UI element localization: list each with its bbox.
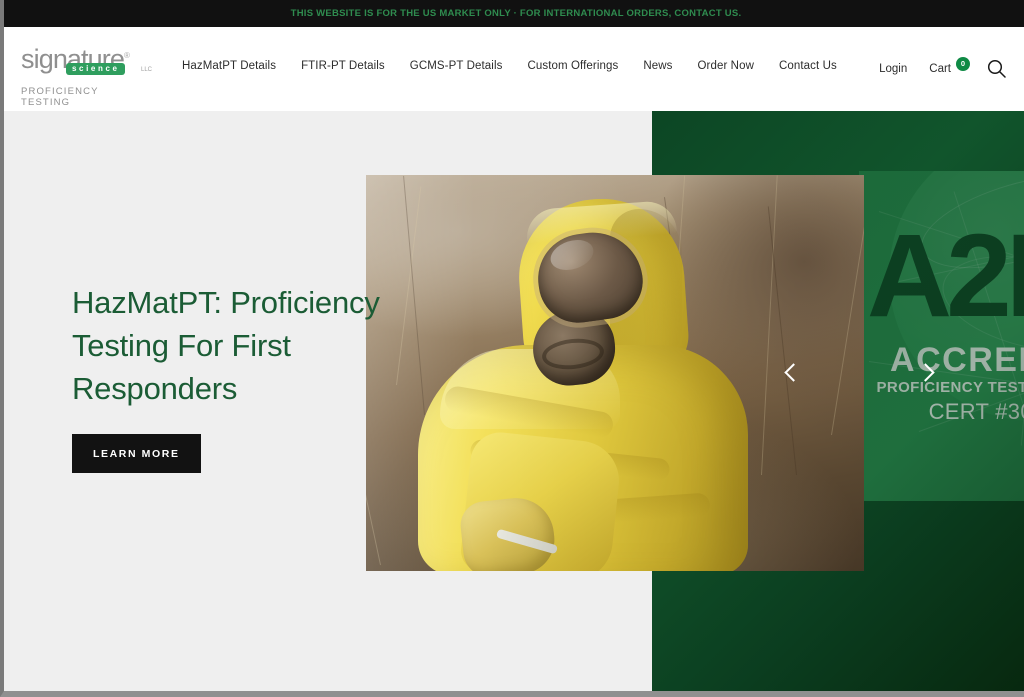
announcement-text: THIS WEBSITE IS FOR THE US MARKET ONLY ·… — [290, 8, 742, 19]
carousel-next-button[interactable] — [916, 363, 945, 392]
logo-llc-suffix: LLC — [141, 67, 153, 73]
site-header: signature® science LLC PROFICIENCY TESTI… — [4, 27, 1024, 111]
hero-carousel: A2LA ACCREDITED PROFICIENCY TESTING PROV… — [4, 111, 1024, 691]
carousel-prev-button[interactable] — [784, 363, 813, 392]
nav-item-ftir-pt-details[interactable]: FTIR-PT Details — [301, 60, 385, 72]
nav-item-gcms-pt-details[interactable]: GCMS-PT Details — [410, 60, 503, 72]
logo-tagline: PROFICIENCY TESTING — [21, 86, 99, 108]
search-icon[interactable] — [987, 59, 1006, 78]
main-navigation: HazMatPT Details FTIR-PT Details GCMS-PT… — [182, 60, 837, 72]
nav-item-hazmatpt-details[interactable]: HazMatPT Details — [182, 60, 276, 72]
logo-science-badge: science — [66, 63, 125, 75]
a2la-accreditation-card: A2LA ACCREDITED PROFICIENCY TESTING PROV… — [859, 171, 1024, 501]
hero-text-block: HazMatPT: Proficiency Testing For First … — [72, 281, 432, 473]
chevron-left-icon — [784, 363, 803, 382]
site-logo[interactable]: signature® science LLC PROFICIENCY TESTI… — [21, 43, 153, 109]
cart-count-badge: 0 — [956, 56, 970, 71]
header-actions: Login Cart 0 — [879, 56, 1006, 78]
nav-item-order-now[interactable]: Order Now — [697, 60, 754, 72]
logo-trademark: ® — [123, 51, 130, 60]
panel-overlay — [859, 171, 1024, 501]
nav-item-contact-us[interactable]: Contact Us — [779, 60, 837, 72]
browser-page: THIS WEBSITE IS FOR THE US MARKET ONLY ·… — [0, 0, 1024, 697]
announcement-bar: THIS WEBSITE IS FOR THE US MARKET ONLY ·… — [4, 0, 1024, 27]
login-link[interactable]: Login — [879, 63, 907, 75]
nav-item-custom-offerings[interactable]: Custom Offerings — [527, 60, 618, 72]
chevron-right-icon — [916, 363, 935, 382]
hero-heading: HazMatPT: Proficiency Testing For First … — [72, 285, 380, 406]
nav-item-news[interactable]: News — [643, 60, 672, 72]
learn-more-button[interactable]: LEARN MORE — [72, 434, 201, 473]
cart-label: Cart — [929, 62, 951, 75]
cart-link[interactable]: Cart 0 — [929, 56, 970, 75]
